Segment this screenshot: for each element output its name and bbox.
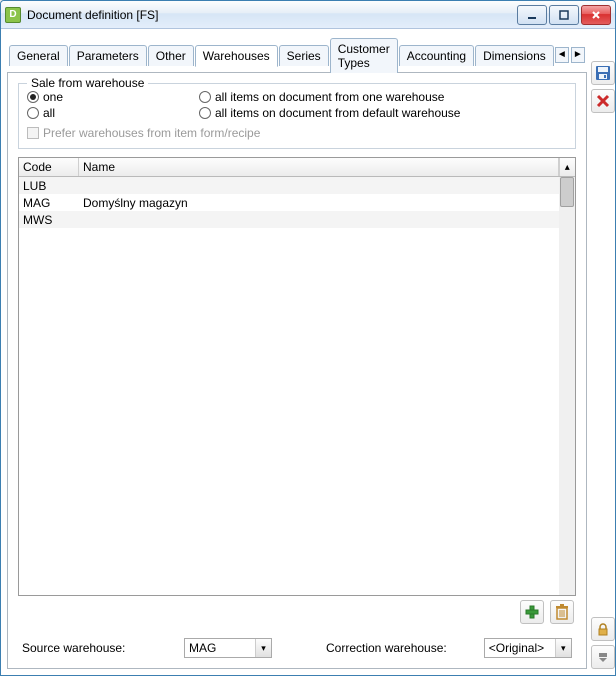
radio-all-from-default[interactable]: all items on document from default wareh… (199, 106, 460, 120)
column-header-code[interactable]: Code (19, 158, 79, 176)
tab-series[interactable]: Series (279, 45, 329, 66)
tab-scroll-right[interactable]: ► (571, 47, 585, 63)
chevron-down-icon (597, 651, 609, 663)
tab-customer-types[interactable]: Customer Types (330, 38, 398, 73)
grid-body: LUB MAG Domyślny magazyn MWS (19, 177, 575, 595)
source-warehouse-select[interactable]: MAG ▾ (184, 638, 272, 658)
window-controls (517, 5, 611, 25)
radio-all[interactable]: all (27, 106, 197, 120)
tab-accounting[interactable]: Accounting (399, 45, 474, 66)
radio-all-from-one[interactable]: all items on document from one warehouse (199, 90, 460, 104)
table-row[interactable]: MWS (19, 211, 575, 228)
groupbox-legend: Sale from warehouse (27, 76, 148, 90)
correction-warehouse-value: <Original> (485, 639, 555, 657)
maximize-button[interactable] (549, 5, 579, 25)
form-row: Source warehouse: MAG ▾ Correction wareh… (18, 628, 576, 658)
window-title: Document definition [FS] (27, 8, 517, 22)
correction-warehouse-label: Correction warehouse: (326, 641, 447, 655)
tab-other[interactable]: Other (148, 45, 194, 66)
side-toolbar (591, 35, 615, 669)
tab-dimensions[interactable]: Dimensions (475, 45, 554, 66)
prefer-warehouses-checkbox: Prefer warehouses from item form/recipe (27, 126, 567, 140)
correction-warehouse-select[interactable]: <Original> ▾ (484, 638, 572, 658)
source-warehouse-value: MAG (185, 639, 255, 657)
warehouse-grid: Code Name ▴ LUB MAG Domyślny magazyn (18, 157, 576, 596)
radio-all-circle (27, 107, 39, 119)
scroll-thumb[interactable] (560, 177, 574, 207)
chevron-down-icon: ▾ (555, 639, 571, 657)
radio-one-label: one (43, 90, 63, 104)
cell-name: Domyślny magazyn (79, 196, 575, 210)
add-button[interactable] (520, 600, 544, 624)
radio-one[interactable]: one (27, 90, 197, 104)
x-icon (596, 94, 610, 108)
scroll-up-icon[interactable]: ▴ (559, 158, 575, 176)
app-icon: D (5, 7, 21, 23)
tab-scroll-left[interactable]: ◄ (555, 47, 569, 63)
radio-all-from-one-circle (199, 91, 211, 103)
tab-parameters[interactable]: Parameters (69, 45, 147, 66)
prefer-warehouses-label: Prefer warehouses from item form/recipe (43, 126, 260, 140)
cell-code: MAG (19, 196, 79, 210)
delete-button[interactable] (550, 600, 574, 624)
tab-nav: ◄ ► (555, 47, 587, 63)
trash-icon (555, 604, 569, 620)
radio-all-from-default-label: all items on document from default wareh… (215, 106, 460, 120)
table-row[interactable]: MAG Domyślny magazyn (19, 194, 575, 211)
lock-icon (596, 622, 610, 636)
tab-warehouses[interactable]: Warehouses (195, 45, 278, 67)
titlebar: D Document definition [FS] (1, 1, 615, 29)
grid-header: Code Name ▴ (19, 158, 575, 177)
tabstrip: General Parameters Other Warehouses Seri… (7, 35, 587, 73)
radio-one-circle (27, 91, 39, 103)
cell-code: MWS (19, 213, 79, 227)
floppy-icon (595, 65, 611, 81)
cancel-button[interactable] (591, 89, 615, 113)
sale-from-warehouse-group: Sale from warehouse one all (18, 83, 576, 149)
grid-scrollbar[interactable] (559, 177, 575, 595)
radio-all-label: all (43, 106, 55, 120)
window: D Document definition [FS] General Param… (0, 0, 616, 676)
main-column: General Parameters Other Warehouses Seri… (7, 35, 587, 669)
radio-all-from-default-circle (199, 107, 211, 119)
plus-icon (524, 604, 540, 620)
table-row[interactable]: LUB (19, 177, 575, 194)
minimize-button[interactable] (517, 5, 547, 25)
checkbox-icon (27, 127, 39, 139)
tab-panel: Sale from warehouse one all (7, 73, 587, 669)
tab-general[interactable]: General (9, 45, 68, 66)
lock-button[interactable] (591, 617, 615, 641)
close-button[interactable] (581, 5, 611, 25)
source-warehouse-label: Source warehouse: (22, 641, 172, 655)
radio-all-from-one-label: all items on document from one warehouse (215, 90, 444, 104)
chevron-down-icon: ▾ (255, 639, 271, 657)
cell-code: LUB (19, 179, 79, 193)
column-header-name[interactable]: Name (79, 158, 559, 176)
grid-actions (18, 596, 576, 628)
window-body: General Parameters Other Warehouses Seri… (1, 29, 615, 675)
save-button[interactable] (591, 61, 615, 85)
menu-dropdown-button[interactable] (591, 645, 615, 669)
